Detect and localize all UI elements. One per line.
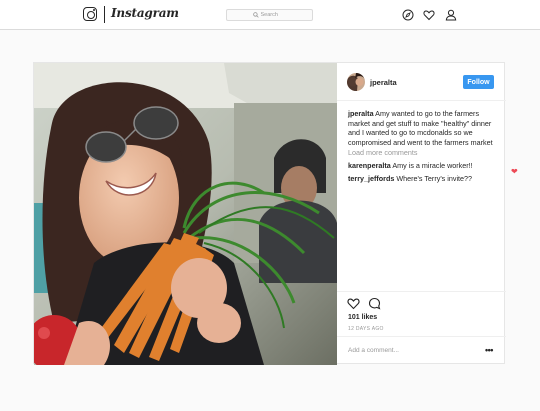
caption-username[interactable]: jperalta (348, 109, 374, 118)
comment-text: Amy is a miracle worker!! (390, 160, 473, 170)
post-username[interactable]: jperalta (370, 78, 397, 87)
follow-button[interactable]: Follow (463, 75, 494, 89)
add-comment-input[interactable] (348, 347, 468, 354)
more-options-icon[interactable]: ••• (485, 345, 493, 355)
comment-username[interactable]: karenperalta (348, 161, 391, 170)
avatar-image (347, 73, 365, 91)
post-header: jperalta Follow (337, 63, 506, 101)
comment-username[interactable]: terry_jeffords (348, 174, 394, 183)
caption: jperalta Amy wanted to go to the farmers… (348, 109, 498, 147)
search-box[interactable] (226, 9, 313, 21)
instagram-wordmark[interactable]: Instagram (111, 6, 179, 20)
load-more-comments-link[interactable]: Load more comments (348, 148, 498, 158)
comments-section: jperalta Amy wanted to go to the farmers… (348, 109, 498, 183)
search-icon (252, 12, 259, 18)
logo-divider (104, 6, 105, 23)
post-actions: 101 likes 12 DAYS AGO ••• (337, 291, 506, 365)
add-comment-bar: ••• (337, 336, 506, 366)
heart-icon[interactable] (423, 9, 435, 21)
comment: karenperalta Amy is a miracle worker!! (348, 161, 498, 171)
post-sidebar: jperalta Follow jperalta Amy wanted to g… (337, 63, 506, 365)
instagram-glyph-icon[interactable] (83, 7, 97, 21)
comment-text: Where's Terry's invite?? (394, 173, 473, 183)
post-photo-illustration (34, 63, 337, 365)
user-icon[interactable] (445, 9, 457, 21)
compass-icon[interactable] (402, 9, 414, 21)
avatar[interactable] (347, 73, 365, 91)
post-timestamp[interactable]: 12 DAYS AGO (348, 326, 384, 332)
comment-icon[interactable] (368, 297, 381, 310)
notification-heart-icon: ❤ (511, 167, 518, 176)
comment: terry_jeffords Where's Terry's invite?? (348, 174, 498, 184)
post-card: jperalta Follow jperalta Amy wanted to g… (33, 62, 506, 365)
like-count[interactable]: 101 likes (348, 314, 377, 321)
top-navigation-bar: Instagram (0, 0, 540, 30)
like-heart-icon[interactable] (347, 297, 360, 310)
post-photo[interactable] (34, 63, 337, 365)
search-input[interactable] (260, 12, 287, 18)
